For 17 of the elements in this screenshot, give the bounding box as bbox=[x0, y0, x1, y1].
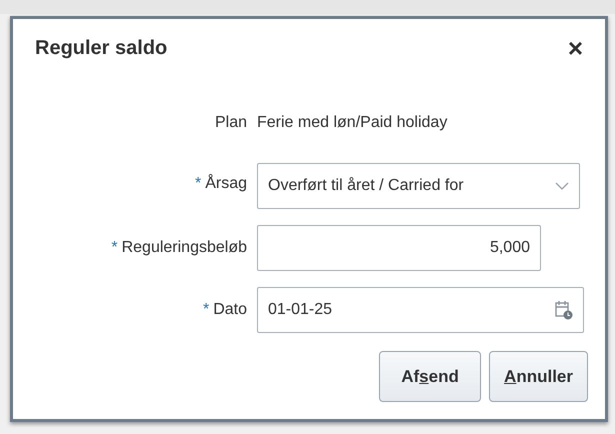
calendar-icon[interactable] bbox=[555, 300, 573, 320]
submit-button[interactable]: Afsend bbox=[379, 351, 482, 402]
cancel-button[interactable]: Annuller bbox=[489, 351, 588, 402]
dialog-title: Reguler saldo bbox=[35, 36, 168, 60]
date-field[interactable]: 01-01-25 bbox=[257, 287, 584, 333]
chevron-down-icon bbox=[555, 182, 569, 190]
select-field[interactable]: Overført til året / Carried for bbox=[257, 163, 580, 209]
amount-field[interactable]: 5,000 bbox=[257, 225, 541, 271]
field-label: Plan bbox=[214, 114, 247, 131]
required-mark: * bbox=[202, 301, 210, 318]
field-label: Dato bbox=[213, 301, 247, 318]
required-mark: * bbox=[111, 239, 118, 256]
field-label: Årsag bbox=[205, 175, 247, 192]
required-mark: * bbox=[194, 175, 202, 192]
plan-value: Ferie med løn/Paid holiday bbox=[257, 113, 448, 133]
close-button[interactable]: × bbox=[568, 35, 583, 61]
field-label: Reguleringsbeløb bbox=[122, 239, 247, 256]
